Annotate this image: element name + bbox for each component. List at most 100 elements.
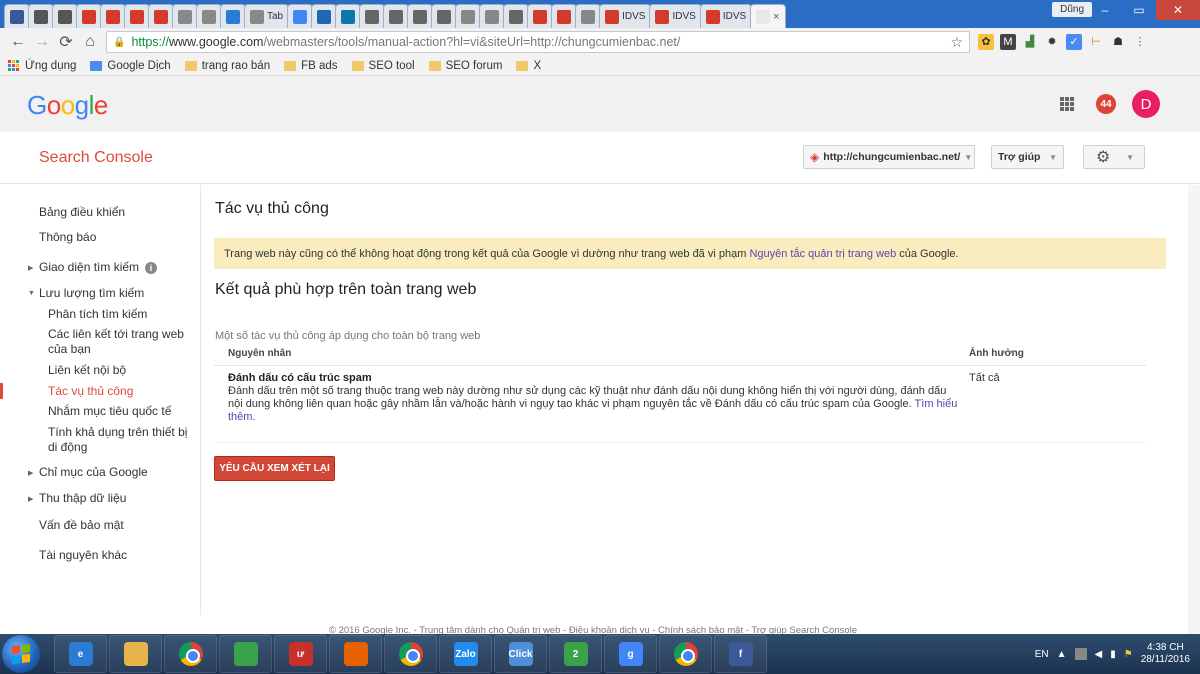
browser-tab[interactable] <box>359 4 386 28</box>
browser-tab[interactable]: IDVS <box>649 4 702 28</box>
sidebar-item[interactable]: Thông báo <box>39 230 96 244</box>
site-selector[interactable]: ◈ http://chungcumienbac.net/ ▼ <box>803 145 975 169</box>
tray-chevron-icon[interactable]: ▲ <box>1057 649 1067 660</box>
taskbar-app[interactable] <box>384 635 437 673</box>
browser-tab[interactable] <box>335 4 362 28</box>
browser-tab[interactable] <box>76 4 102 28</box>
bookmark-item[interactable]: X <box>516 60 541 72</box>
browser-tab[interactable] <box>575 4 602 28</box>
browser-tab-active[interactable]: × <box>750 4 787 28</box>
app-title[interactable]: Search Console <box>39 149 153 167</box>
request-review-button[interactable]: YÊU CẦU XEM XÉT LẠI <box>214 456 335 481</box>
forward-arrow-icon[interactable]: → <box>30 30 54 54</box>
taskbar-app[interactable]: Zalo <box>439 635 492 673</box>
browser-tab[interactable]: IDVS <box>699 4 753 28</box>
taskbar-app[interactable]: ư <box>274 635 327 673</box>
translate-extension-icon[interactable]: ✓ <box>1066 34 1082 50</box>
taskbar-app[interactable] <box>659 635 712 673</box>
bookmark-item[interactable]: SEO forum <box>428 60 502 72</box>
minimize-icon[interactable]: – <box>1088 0 1122 20</box>
user-extension-icon[interactable]: ☗ <box>1110 34 1126 50</box>
start-button[interactable] <box>2 635 40 673</box>
taskbar-app[interactable]: 2 <box>549 635 602 673</box>
sidebar-item[interactable]: Bảng điều khiển <box>39 205 125 219</box>
menu-icon[interactable]: ⋮ <box>1132 34 1148 50</box>
taskbar-app[interactable] <box>164 635 217 673</box>
help-dropdown[interactable]: Trợ giúp ▼ <box>991 145 1064 169</box>
browser-tab[interactable] <box>551 4 578 28</box>
home-icon[interactable]: ⌂ <box>78 30 102 54</box>
address-bar[interactable]: 🔒 https:// www.google.com /webmasters/to… <box>106 31 970 53</box>
browser-tab[interactable] <box>311 4 338 28</box>
browser-tab[interactable] <box>407 4 434 28</box>
browser-tab[interactable] <box>4 4 30 28</box>
browser-tab[interactable] <box>52 4 78 28</box>
browser-tab[interactable] <box>503 4 530 28</box>
clock[interactable]: 4:38 CH 28/11/2016 <box>1141 642 1190 666</box>
tray-app-icon[interactable] <box>1074 648 1087 660</box>
browser-tab[interactable] <box>196 4 222 28</box>
sidebar-item[interactable]: Tài nguyên khác <box>39 548 127 562</box>
taskbar-app[interactable]: e <box>54 635 107 673</box>
profile-user-badge[interactable]: Dũng <box>1052 2 1092 17</box>
settings-dropdown[interactable]: ⚙ ▼ <box>1083 145 1145 169</box>
sidebar-item[interactable]: Các liên kết tới trang web của bạn <box>48 327 193 357</box>
bookmark-item[interactable]: SEO tool <box>351 60 415 72</box>
back-arrow-icon[interactable]: ← <box>6 30 30 54</box>
browser-tab[interactable] <box>455 4 482 28</box>
browser-tab[interactable] <box>100 4 126 28</box>
taskbar-app[interactable]: g <box>604 635 657 673</box>
info-icon[interactable]: i <box>145 261 158 274</box>
browser-tab[interactable] <box>287 4 314 28</box>
network-icon[interactable]: ▮ <box>1110 649 1116 660</box>
reload-icon[interactable]: ⟳ <box>54 30 78 54</box>
settings-extension-icon[interactable]: ✹ <box>1044 34 1060 50</box>
bookmark-item[interactable]: trang rao bán <box>184 60 270 72</box>
sidebar-item[interactable]: ▶ Thu thập dữ liệu <box>28 491 126 505</box>
browser-tab[interactable] <box>220 4 246 28</box>
tab-close-icon[interactable]: × <box>773 11 779 23</box>
seo-extension-icon[interactable]: ⊢ <box>1088 34 1104 50</box>
apps-grid-icon[interactable] <box>1060 97 1074 111</box>
gmail-extension-icon[interactable]: M <box>1000 34 1016 50</box>
sidebar-item[interactable]: ▶ Giao diện tìm kiếm i <box>28 260 158 274</box>
guidelines-link[interactable]: Nguyên tắc quản trị trang web <box>749 248 896 260</box>
browser-tab[interactable]: Tab <box>244 4 290 28</box>
browser-tab[interactable]: IDVS <box>599 4 652 28</box>
bookmark-item[interactable]: Google Dịch <box>90 60 171 72</box>
sidebar-item[interactable]: ▼ Lưu lượng tìm kiếm <box>28 286 144 300</box>
browser-tab[interactable] <box>431 4 458 28</box>
taskbar-app[interactable] <box>219 635 272 673</box>
analytics-extension-icon[interactable]: ▟ <box>1022 34 1038 50</box>
sidebar-item[interactable]: Tính khả dụng trên thiết bị di động <box>48 425 193 455</box>
browser-tab[interactable] <box>28 4 54 28</box>
sidebar-item[interactable]: Tác vụ thủ công <box>48 384 193 399</box>
volume-icon[interactable]: ◀ <box>1095 649 1103 660</box>
taskbar-app[interactable] <box>329 635 382 673</box>
google-logo[interactable]: Google <box>27 90 108 121</box>
browser-tab[interactable] <box>527 4 554 28</box>
bookmark-item[interactable]: FB ads <box>284 60 338 72</box>
avatar[interactable]: D <box>1132 90 1160 118</box>
maximize-icon[interactable]: ▭ <box>1122 0 1156 20</box>
browser-tab[interactable] <box>383 4 410 28</box>
sidebar-item[interactable]: Nhắm mục tiêu quốc tế <box>48 404 193 419</box>
sidebar-item[interactable]: ▶ Chỉ mục của Google <box>28 465 148 479</box>
browser-tab[interactable] <box>124 4 150 28</box>
notification-badge[interactable]: 44 <box>1096 94 1116 114</box>
sidebar-item[interactable]: Phân tích tìm kiếm <box>48 307 193 322</box>
bookmark-star-icon[interactable]: ☆ <box>950 34 963 51</box>
page-scrollbar[interactable] <box>1188 185 1200 634</box>
flag-icon[interactable]: ⚑ <box>1124 649 1133 660</box>
taskbar-app[interactable]: f <box>714 635 767 673</box>
bookmark-item[interactable]: Ứng dụng <box>8 59 76 72</box>
browser-tab[interactable] <box>148 4 174 28</box>
taskbar-app[interactable] <box>109 635 162 673</box>
sidebar-item[interactable]: Vấn đề bảo mật <box>39 518 124 532</box>
seoquake-extension-icon[interactable]: ✿ <box>978 34 994 50</box>
taskbar-app[interactable]: Click <box>494 635 547 673</box>
window-close-icon[interactable]: ✕ <box>1156 0 1200 20</box>
language-indicator[interactable]: EN <box>1035 649 1049 660</box>
sidebar-item[interactable]: Liên kết nội bộ <box>48 363 193 378</box>
browser-tab[interactable] <box>172 4 198 28</box>
